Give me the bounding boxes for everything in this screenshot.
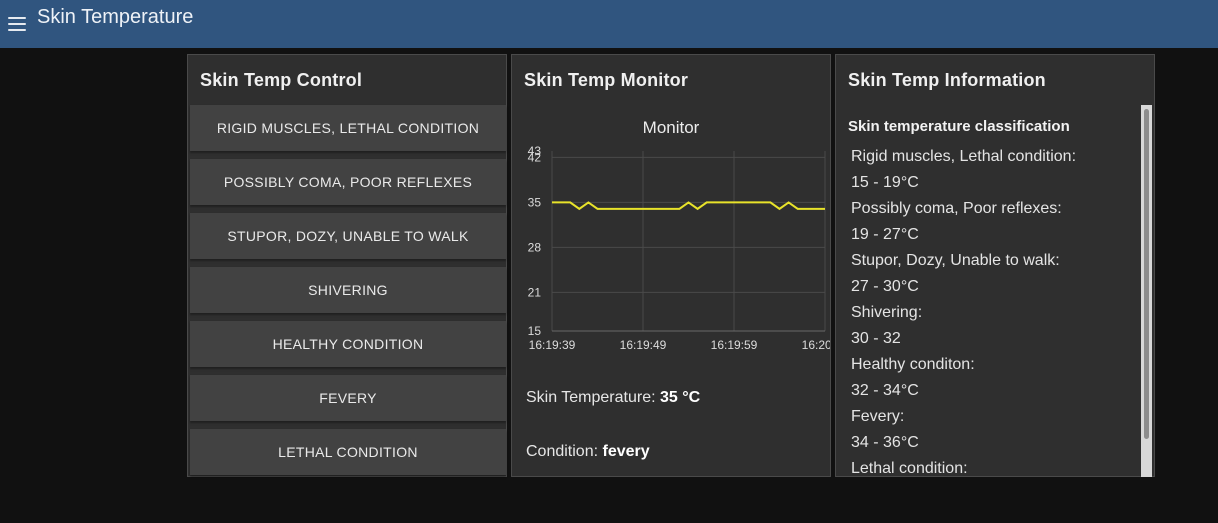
monitor-card-title: Skin Temp Monitor	[524, 70, 689, 90]
lethal-condition-button[interactable]: LETHAL CONDITION	[190, 429, 506, 475]
info-scroll-area[interactable]: Skin temperature classification Rigid mu…	[848, 105, 1142, 477]
info-line: Shivering:	[851, 304, 923, 321]
condition-readout: Condition: fevery	[526, 443, 650, 461]
fevery-button[interactable]: FEVERY	[190, 375, 506, 421]
shivering-button[interactable]: SHIVERING	[190, 267, 506, 313]
skin-temp-control-card: Skin Temp Control RIGID MUSCLES, LETHAL …	[187, 54, 507, 477]
info-line: Possibly coma, Poor reflexes:	[851, 200, 1062, 217]
x-tick-label: 16:20:09	[802, 338, 830, 352]
info-card-title: Skin Temp Information	[848, 70, 1046, 90]
condition-label: Condition:	[526, 443, 599, 460]
skin-temperature-readout: Skin Temperature: 35 °C	[526, 389, 700, 407]
skin-temperature-value: 35 °C	[660, 389, 701, 406]
menu-icon[interactable]	[8, 17, 26, 31]
info-line: 19 - 27°C	[851, 226, 919, 243]
x-tick-label: 16:19:59	[711, 338, 758, 352]
rigid-muscles-button[interactable]: RIGID MUSCLES, LETHAL CONDITION	[190, 105, 506, 151]
healthy-condition-button[interactable]: HEALTHY CONDITION	[190, 321, 506, 367]
skin-temp-information-card: Skin Temp Information Skin temperature c…	[835, 54, 1155, 477]
info-line: Healthy conditon:	[851, 356, 975, 373]
scrollbar-thumb[interactable]	[1144, 109, 1149, 439]
info-line: Rigid muscles, Lethal condition:	[851, 148, 1077, 165]
info-line: 15 - 19°C	[851, 174, 919, 191]
classification-heading: Skin temperature classification	[848, 118, 1070, 135]
possibly-coma-button[interactable]: POSSIBLY COMA, POOR REFLEXES	[190, 159, 506, 205]
skin-temp-monitor-card: Skin Temp Monitor Monitor 15 21 28 35 42 43 16…	[511, 54, 831, 477]
y-tick-label: 35	[528, 195, 542, 209]
x-tick-label: 16:19:39	[529, 338, 576, 352]
info-line: 34 - 36°C	[851, 434, 919, 451]
info-line: Stupor, Dozy, Unable to walk:	[851, 252, 1060, 269]
app-header: Skin Temperature	[0, 0, 1218, 48]
skin-temperature-label: Skin Temperature:	[526, 389, 656, 406]
info-line: Lethal condition:	[851, 460, 968, 477]
y-tick-label: 15	[528, 324, 542, 338]
stupor-button[interactable]: STUPOR, DOZY, UNABLE TO WALK	[190, 213, 506, 259]
info-scrollbar[interactable]	[1141, 105, 1152, 477]
info-line: Fevery:	[851, 408, 905, 425]
condition-value: fevery	[602, 443, 650, 460]
x-tick-label: 16:19:49	[620, 338, 667, 352]
chart-title: Monitor	[642, 118, 700, 137]
control-card-title: Skin Temp Control	[200, 70, 363, 90]
app-title: Skin Temperature	[37, 5, 194, 28]
info-line: 30 - 32	[851, 330, 901, 347]
y-tick-label: 28	[528, 240, 542, 254]
y-tick-label: 43	[528, 145, 542, 158]
y-tick-label: 21	[528, 285, 542, 299]
temperature-series-line	[552, 201, 825, 211]
temperature-line-chart: 15212835424316:19:39 16:19:49 16:19:59 16:2…	[528, 145, 830, 352]
info-line: 27 - 30°C	[851, 278, 919, 295]
info-line: 32 - 34°C	[851, 382, 919, 399]
